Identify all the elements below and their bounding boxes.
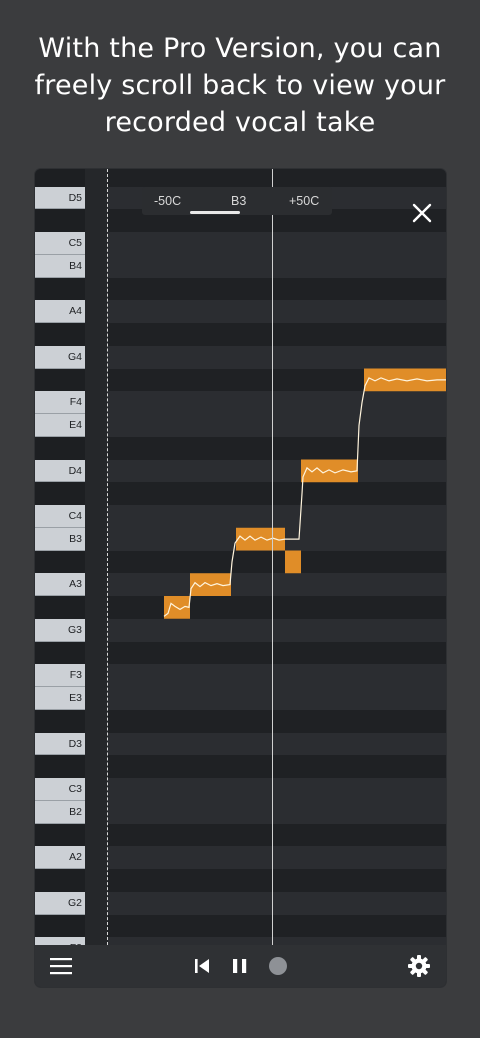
recorded-notes [163,368,446,619]
tuner-indicator-bar [190,211,240,214]
skip-to-start-icon[interactable] [192,956,212,976]
gear-icon[interactable] [407,954,431,978]
note-block [285,550,301,574]
note-block [190,573,231,596]
promo-headline: With the Pro Version, you can freely scr… [0,30,480,141]
headline-line-1: With the Pro Version, you can [38,33,442,64]
record-dot-icon[interactable] [268,956,288,976]
tuner-plus-label: +50C [289,194,320,208]
close-icon[interactable] [410,201,434,225]
tuner-minus-label: -50C [154,194,182,208]
piano-roll[interactable]: D5C5B4A4G4F4E4D4C4B3A3G3F3E3D3C3B2A2G2F2… [35,169,446,945]
bottom-toolbar [35,945,446,987]
playhead-line[interactable] [272,169,273,945]
tuner-display: -50C B3 +50C [142,187,332,215]
pause-icon[interactable] [230,956,250,976]
tuner-note-label: B3 [231,194,247,208]
headline-line-3: recorded vocal take [104,107,376,138]
app-screen: D5C5B4A4G4F4E4D4C4B3A3G3F3E3D3C3B2A2G2F2… [35,169,446,987]
hamburger-menu-icon[interactable] [49,957,73,975]
headline-line-2: freely scroll back to view your [34,70,446,101]
